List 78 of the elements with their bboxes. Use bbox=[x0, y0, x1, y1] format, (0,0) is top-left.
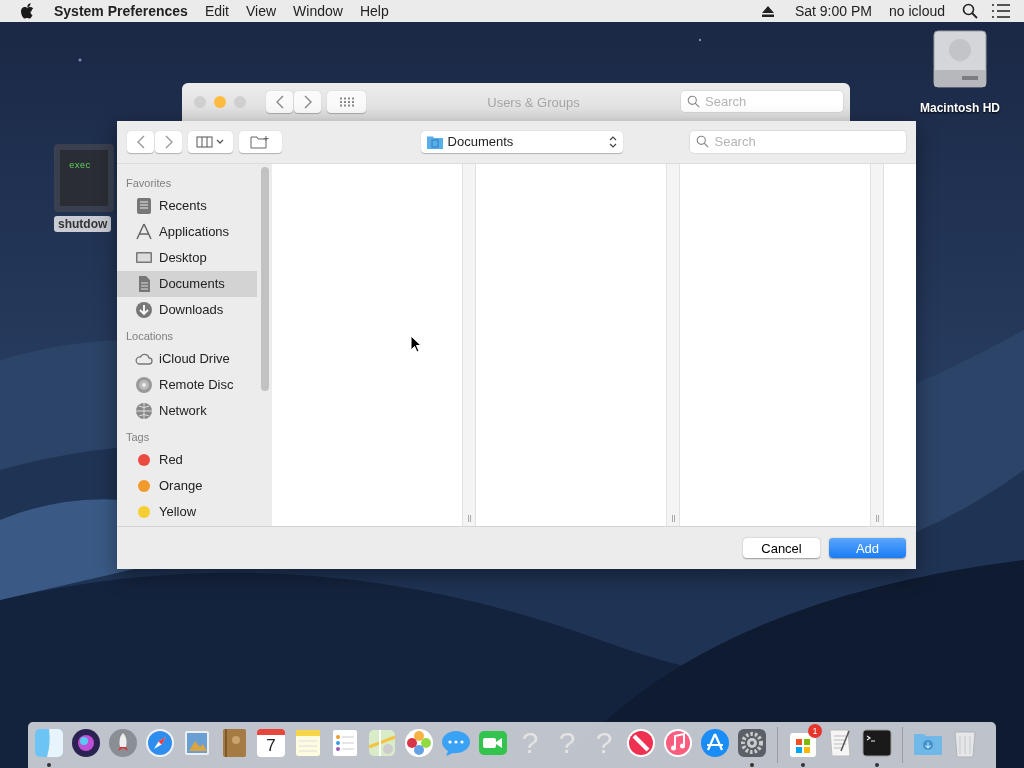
menu-item[interactable]: View bbox=[246, 2, 277, 20]
window-title: Users & Groups bbox=[486, 95, 581, 110]
download-icon bbox=[135, 300, 153, 319]
show-all-button[interactable] bbox=[327, 91, 366, 113]
section-heading: Favorites bbox=[125, 175, 173, 191]
back-button[interactable] bbox=[127, 130, 154, 153]
chevron-right-icon bbox=[164, 134, 173, 149]
search-icon[interactable] bbox=[962, 3, 978, 19]
resize-handle[interactable] bbox=[671, 515, 675, 523]
apple-icon[interactable] bbox=[20, 3, 34, 19]
section-heading: Locations bbox=[125, 328, 175, 344]
search-field[interactable]: Search bbox=[690, 130, 906, 153]
menu-item[interactable]: Window bbox=[293, 2, 343, 20]
window-control[interactable] bbox=[234, 96, 246, 108]
scrollbar[interactable] bbox=[261, 166, 269, 391]
slash-circle-icon[interactable] bbox=[625, 727, 657, 759]
search-field[interactable]: Search bbox=[681, 91, 843, 112]
view-button[interactable] bbox=[188, 130, 234, 153]
hard-drive-icon[interactable] bbox=[932, 30, 988, 88]
resize-handle[interactable] bbox=[467, 515, 471, 523]
search-icon bbox=[687, 95, 700, 108]
section-heading: Tags bbox=[125, 429, 151, 445]
pointer-icon bbox=[410, 335, 422, 353]
sidebar-item[interactable]: iCloud Drive bbox=[117, 345, 257, 372]
cancel-button[interactable]: Cancel bbox=[743, 538, 820, 559]
user-menu[interactable]: no icloud bbox=[888, 2, 945, 20]
menu-item[interactable]: Edit bbox=[204, 2, 229, 20]
compass-icon[interactable] bbox=[144, 727, 176, 759]
menu-item[interactable]: Help bbox=[359, 2, 389, 20]
chevron-right-icon bbox=[303, 95, 312, 109]
chevron-left-icon bbox=[275, 95, 284, 109]
sidebar-item[interactable]: Remote Disc bbox=[117, 371, 257, 398]
chevron-left-icon bbox=[136, 134, 145, 149]
compass-tool-icon bbox=[135, 222, 153, 241]
disc-icon bbox=[135, 375, 153, 394]
icon-label: shutdow bbox=[54, 216, 112, 232]
new-folder-button[interactable] bbox=[239, 130, 282, 153]
stepper-arrows-icon bbox=[609, 134, 618, 149]
window-control[interactable] bbox=[214, 96, 226, 108]
resize-handle[interactable] bbox=[875, 515, 879, 523]
rocket-icon[interactable] bbox=[107, 727, 139, 759]
eject-icon[interactable] bbox=[761, 5, 774, 17]
icon-label: Macintosh HD bbox=[920, 101, 1000, 115]
location-popup[interactable]: Documents bbox=[420, 130, 624, 153]
sidebar-item[interactable]: Network bbox=[117, 397, 257, 424]
sidebar-item[interactable]: Red bbox=[117, 446, 257, 473]
sidebar-item[interactable]: Yellow bbox=[117, 498, 257, 525]
flower-icon[interactable] bbox=[403, 727, 435, 759]
terminal-icon[interactable] bbox=[861, 727, 893, 759]
app-menu[interactable]: System Preferences bbox=[54, 2, 188, 20]
columns-icon bbox=[195, 135, 226, 148]
sidebar-item[interactable]: Recents bbox=[117, 192, 257, 219]
sidebar-item[interactable]: Applications bbox=[117, 218, 257, 245]
script-icon[interactable]: exec bbox=[54, 144, 114, 212]
list-icon[interactable] bbox=[992, 3, 1010, 19]
forward-button[interactable] bbox=[155, 130, 182, 153]
clock[interactable]: Sat 9:00 PM bbox=[794, 2, 872, 20]
gear-icon[interactable] bbox=[736, 727, 768, 759]
split-tile-icon[interactable] bbox=[33, 727, 65, 759]
forward-button[interactable] bbox=[294, 91, 321, 113]
appstore-icon[interactable] bbox=[699, 727, 731, 759]
music-note-icon[interactable] bbox=[662, 727, 694, 759]
globe-icon bbox=[135, 401, 153, 420]
sidebar-item[interactable]: Orange bbox=[117, 472, 257, 499]
window-control[interactable] bbox=[194, 96, 206, 108]
folder-plus-icon bbox=[250, 134, 271, 149]
calendar-icon[interactable]: 7 bbox=[257, 729, 285, 757]
folder-icon bbox=[426, 134, 443, 149]
notification-badge: 1 bbox=[808, 724, 822, 738]
grid-icon bbox=[338, 97, 355, 107]
sidebar-item[interactable]: Downloads bbox=[117, 296, 257, 323]
search-icon bbox=[696, 134, 710, 148]
tray-icon bbox=[135, 196, 153, 215]
orb-icon[interactable] bbox=[70, 727, 102, 759]
sidebar-item[interactable]: Desktop bbox=[117, 244, 257, 271]
map-icon[interactable] bbox=[366, 727, 398, 759]
sidebar-item[interactable]: Documents bbox=[117, 270, 257, 297]
back-button[interactable] bbox=[266, 91, 293, 113]
